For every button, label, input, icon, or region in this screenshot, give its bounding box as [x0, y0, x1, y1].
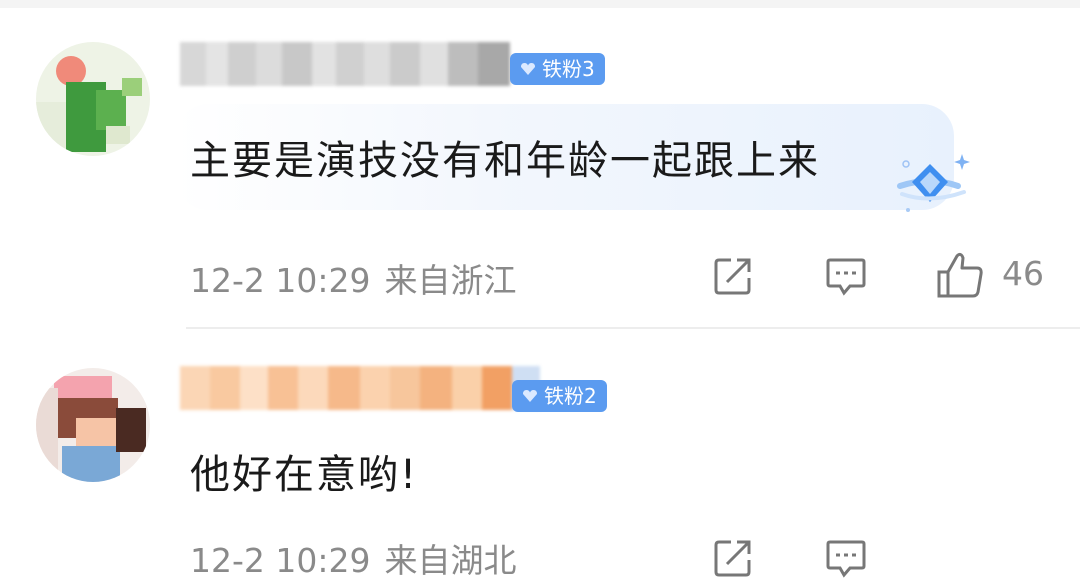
- comment-meta: 12-2 10:29 来自浙江: [190, 254, 517, 302]
- avatar[interactable]: [36, 42, 150, 156]
- comment-meta: 12-2 10:29 来自湖北: [190, 534, 517, 582]
- fan-badge-label: 铁粉2: [544, 384, 597, 408]
- username-blurred[interactable]: [180, 42, 510, 86]
- fan-badge: 铁粉3: [510, 53, 605, 85]
- comment-text[interactable]: 他好在意哟!: [190, 442, 418, 500]
- reply-icon[interactable]: [824, 536, 868, 580]
- share-icon[interactable]: [711, 254, 755, 298]
- heart-icon: [523, 390, 537, 402]
- comment-location: 来自浙江: [384, 261, 517, 300]
- avatar[interactable]: [36, 368, 150, 482]
- like-count: 46: [1002, 254, 1044, 293]
- heart-icon: [521, 63, 535, 75]
- comment-location: 来自湖北: [384, 541, 517, 580]
- comment-item: 铁粉3 主要是演技没有和年龄一起跟上来 12-2 10:29 来自浙江 46: [0, 0, 1080, 330]
- comment-item: 铁粉2 他好在意哟! 12-2 10:29 来自湖北: [0, 330, 1080, 580]
- like-icon[interactable]: [935, 250, 985, 300]
- reply-icon[interactable]: [824, 254, 868, 298]
- avatar-mosaic: [36, 42, 150, 156]
- comment-text[interactable]: 主要是演技没有和年龄一起跟上来: [190, 128, 820, 186]
- comment-divider: [186, 327, 1080, 329]
- share-icon[interactable]: [711, 536, 755, 580]
- fan-badge: 铁粉2: [512, 380, 607, 412]
- diamond-gem-icon: [897, 154, 970, 212]
- avatar-mosaic: [36, 368, 150, 482]
- comment-time: 12-2 10:29: [190, 541, 371, 580]
- comment-time: 12-2 10:29: [190, 261, 371, 300]
- username-blurred[interactable]: [180, 366, 540, 410]
- fan-badge-label: 铁粉3: [542, 57, 595, 81]
